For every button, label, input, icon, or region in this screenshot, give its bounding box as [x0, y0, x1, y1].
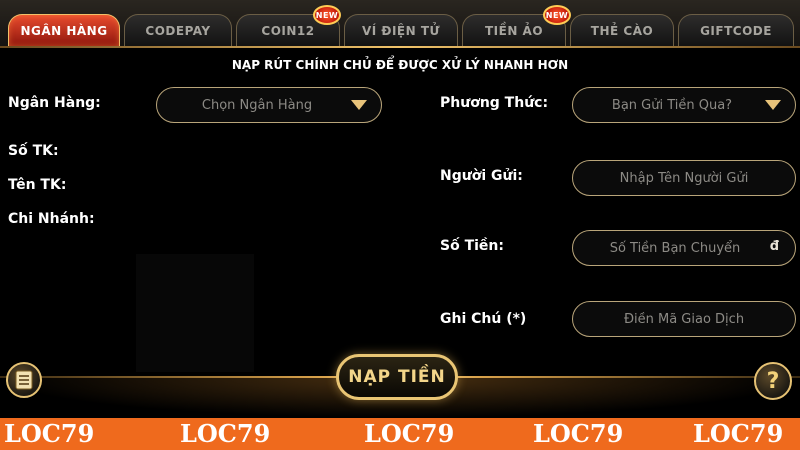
method-select[interactable]: Bạn Gửi Tiền Qua?: [572, 87, 796, 123]
tab-giftcode[interactable]: GIFTCODE: [678, 14, 794, 46]
question-icon: ?: [766, 368, 780, 394]
branch-label: Chi Nhánh:: [8, 211, 95, 227]
amount-placeholder: Số Tiền Bạn Chuyển: [609, 240, 741, 256]
amount-input[interactable]: Số Tiền Bạn Chuyển đ: [572, 230, 796, 266]
deposit-form: NẠP RÚT CHÍNH CHỦ ĐỂ ĐƯỢC XỬ LÝ NHANH HƠ…: [0, 48, 800, 418]
new-badge: NEW: [313, 5, 341, 25]
tab-coin12[interactable]: COIN12 NEW: [236, 5, 341, 46]
currency-symbol: đ: [769, 239, 779, 254]
tab-e-wallet[interactable]: VÍ ĐIỆN TỬ: [344, 14, 458, 46]
watermark-text: LOC79: [533, 419, 624, 448]
tab-label: GIFTCODE: [700, 23, 772, 38]
tab-label: VÍ ĐIỆN TỬ: [361, 23, 441, 38]
sender-input[interactable]: [572, 160, 796, 196]
tab-label: COIN12: [261, 23, 315, 38]
account-number-label: Số TK:: [8, 143, 59, 159]
background-panel: [136, 254, 254, 372]
history-button[interactable]: [6, 362, 42, 398]
watermark-text: LOC79: [364, 419, 455, 448]
caret-down-icon: [765, 100, 781, 110]
deposit-button[interactable]: NẠP TIỀN: [336, 354, 458, 400]
account-name-label: Tên TK:: [8, 177, 67, 193]
bank-select[interactable]: Chọn Ngân Hàng: [156, 87, 382, 123]
watermark-bar: LOC79 LOC79 LOC79 LOC79 LOC79: [0, 418, 800, 450]
note-label: Ghi Chú (*): [440, 311, 527, 327]
tab-label: CODEPAY: [145, 23, 211, 38]
tab-label: THẺ CÀO: [590, 23, 654, 38]
watermark-text: LOC79: [693, 419, 784, 448]
amount-label: Số Tiền:: [440, 238, 504, 254]
notice-text: NẠP RÚT CHÍNH CHỦ ĐỂ ĐƯỢC XỬ LÝ NHANH HƠ…: [231, 58, 569, 72]
new-badge: NEW: [543, 5, 571, 25]
deposit-button-label: NẠP TIỀN: [348, 367, 446, 387]
method-label: Phương Thức:: [440, 95, 549, 111]
document-list-icon: [15, 370, 33, 390]
help-button[interactable]: ?: [754, 362, 792, 400]
method-select-text: Bạn Gửi Tiền Qua?: [611, 97, 733, 113]
watermark-text: LOC79: [180, 419, 271, 448]
bank-label: Ngân Hàng:: [8, 95, 101, 111]
tab-label: NGÂN HÀNG: [20, 23, 108, 38]
sender-label: Người Gửi:: [440, 168, 523, 184]
tab-bank[interactable]: NGÂN HÀNG: [8, 14, 120, 46]
tab-label: TIỀN ẢO: [484, 23, 544, 38]
tab-bar: NGÂN HÀNG CODEPAY COIN12 NEW VÍ ĐIỆN TỬ …: [0, 0, 800, 48]
tab-card[interactable]: THẺ CÀO: [570, 14, 674, 46]
note-input[interactable]: [572, 301, 796, 337]
tab-crypto[interactable]: TIỀN ẢO NEW: [462, 5, 571, 46]
tab-codepay[interactable]: CODEPAY: [124, 14, 232, 46]
bank-select-text: Chọn Ngân Hàng: [201, 97, 313, 113]
caret-down-icon: [351, 100, 367, 110]
watermark-text: LOC79: [4, 419, 95, 448]
